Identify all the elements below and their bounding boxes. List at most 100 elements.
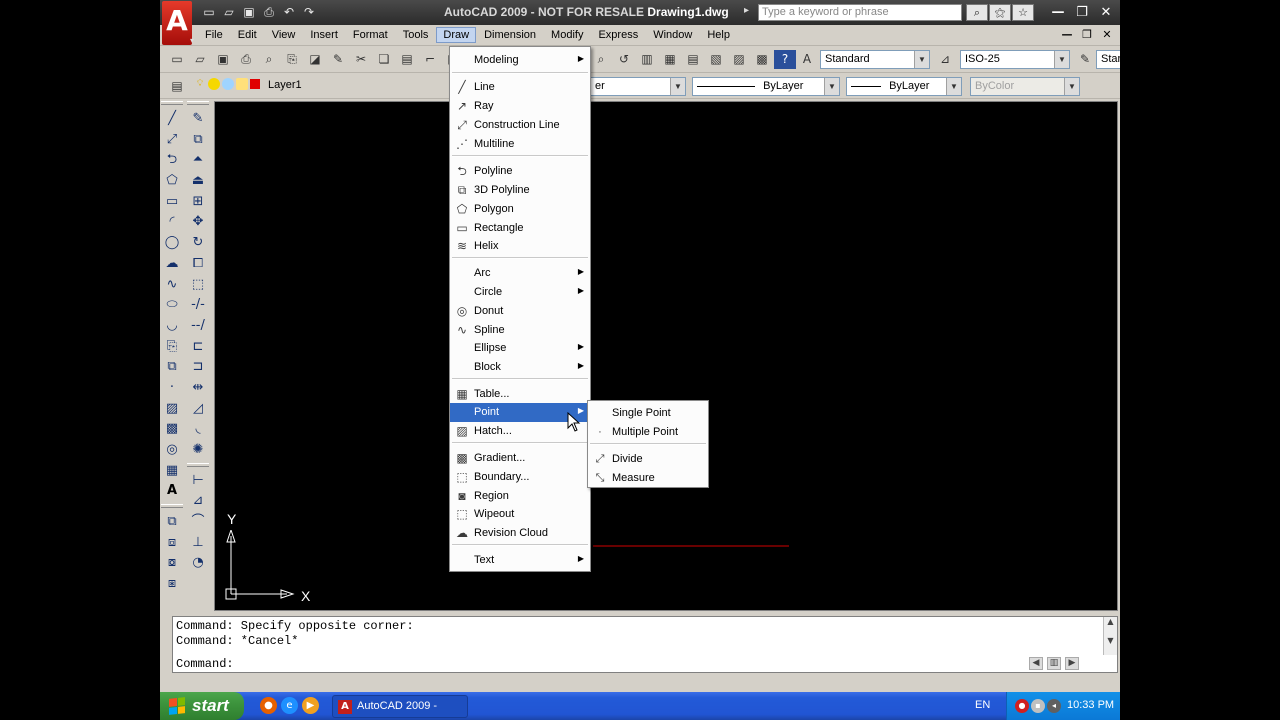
command-scrollbar[interactable]: ▲ ▼ <box>1103 617 1117 655</box>
menu-item-boundary[interactable]: ⬚ Boundary... <box>450 468 590 487</box>
etransmit-icon[interactable]: ✎ <box>327 50 349 69</box>
break-point-tool-icon[interactable]: ⊏ <box>187 337 209 358</box>
gradient-tool-icon[interactable]: ▩ <box>161 419 183 440</box>
open-folder-icon[interactable]: ▱ <box>220 5 238 20</box>
table-tool-icon[interactable]: ▦ <box>161 461 183 482</box>
cut-icon[interactable]: ✂ <box>350 50 372 69</box>
antivirus-icon[interactable]: ● <box>1015 699 1029 713</box>
scroll-left-icon[interactable]: ◀ <box>1029 657 1043 670</box>
favorites-star-icon[interactable]: ☆ <box>1012 4 1034 21</box>
design-center-icon[interactable]: ▦ <box>659 50 681 69</box>
properties-icon[interactable]: ▥ <box>636 50 658 69</box>
radius-dimension-icon[interactable]: ◔ <box>187 553 209 574</box>
markup-icon[interactable]: ▨ <box>728 50 750 69</box>
ellipse-arc-tool-icon[interactable]: ◡ <box>161 316 183 337</box>
construction-line-tool-icon[interactable]: ⤢ <box>161 130 183 151</box>
restore-icon[interactable]: ❐ <box>1072 4 1092 21</box>
zoom-previous-icon[interactable]: ↺ <box>613 50 635 69</box>
toolbar-grip[interactable] <box>187 101 209 105</box>
ordinate-dimension-icon[interactable]: ⊥ <box>187 533 209 554</box>
menu-draw[interactable]: Draw <box>436 27 477 43</box>
revision-cloud-tool-icon[interactable]: ☁ <box>161 254 183 275</box>
menu-edit[interactable]: Edit <box>231 27 264 43</box>
toolbar-grip[interactable] <box>161 101 183 105</box>
tool-palettes-icon[interactable]: ▤ <box>682 50 704 69</box>
language-indicator[interactable]: EN <box>975 699 990 711</box>
extend-tool-icon[interactable]: --/ <box>187 316 209 337</box>
communication-center-icon[interactable]: ⚝ <box>989 4 1011 21</box>
plot-icon[interactable]: ⎙ <box>235 50 257 69</box>
copy-icon[interactable]: ❏ <box>373 50 395 69</box>
scale-tool-icon[interactable]: ⧠ <box>187 254 209 275</box>
title-expand-icon[interactable]: ▸ <box>744 5 749 16</box>
sheet-set-icon[interactable]: ▧ <box>705 50 727 69</box>
move-tool-icon[interactable]: ✥ <box>187 212 209 233</box>
start-button[interactable]: start <box>160 692 244 720</box>
dim-style-icon[interactable]: ⊿ <box>934 50 956 69</box>
scroll-thumb[interactable]: ▥ <box>1047 657 1061 670</box>
aligned-dimension-icon[interactable]: ⊿ <box>187 491 209 512</box>
region-tool-icon[interactable]: ◎ <box>161 440 183 461</box>
layer-manager-icon[interactable]: ▤ <box>166 77 188 96</box>
menu-item-ray[interactable]: ↗ Ray <box>450 97 590 116</box>
menu-window[interactable]: Window <box>646 27 699 43</box>
arc-length-icon[interactable]: ⌒ <box>187 512 209 533</box>
open-icon[interactable]: ▱ <box>189 50 211 69</box>
menu-dimension[interactable]: Dimension <box>477 27 543 43</box>
hatch-tool-icon[interactable]: ▨ <box>161 399 183 420</box>
doc-minimize-icon[interactable]: — <box>1060 28 1074 42</box>
3d-dwf-icon[interactable]: ◪ <box>304 50 326 69</box>
menu-item-construction-line[interactable]: ⤢ Construction Line <box>450 116 590 135</box>
redo-icon[interactable]: ↷ <box>300 5 318 20</box>
menu-item-gradient[interactable]: ▩ Gradient... <box>450 449 590 468</box>
menu-item-helix[interactable]: ≋ Helix <box>450 237 590 256</box>
menu-item-spline[interactable]: ∿ Spline <box>450 321 590 340</box>
polyline-tool-icon[interactable]: ⮌ <box>161 150 183 171</box>
doc-restore-icon[interactable]: ❐ <box>1080 28 1094 42</box>
arc-tool-icon[interactable]: ◜ <box>161 212 183 233</box>
polygon-tool-icon[interactable]: ⬠ <box>161 171 183 192</box>
doc-close-icon[interactable]: ✕ <box>1100 28 1114 42</box>
mirror-tool-icon[interactable]: ⏶ <box>187 150 209 171</box>
menu-insert[interactable]: Insert <box>303 27 345 43</box>
ellipse-tool-icon[interactable]: ⬭ <box>161 295 183 316</box>
menu-tools[interactable]: Tools <box>396 27 436 43</box>
copy-tool-icon[interactable]: ⧉ <box>187 130 209 151</box>
menu-item-region[interactable]: ◙ Region <box>450 487 590 506</box>
menu-help[interactable]: Help <box>700 27 737 43</box>
fillet-tool-icon[interactable]: ◟ <box>187 419 209 440</box>
menu-express[interactable]: Express <box>591 27 645 43</box>
menu-item-modeling[interactable]: Modeling ▶ <box>450 51 590 70</box>
dim-style-combo[interactable]: ISO-25 ▼ <box>960 50 1070 69</box>
lightbulb-icon[interactable]: 💡︎ <box>194 78 206 90</box>
taskbar-autocad-button[interactable]: A AutoCAD 2009 - NOT... <box>332 695 468 718</box>
toolbar-grip[interactable] <box>161 504 183 509</box>
scroll-down-icon[interactable]: ▼ <box>1104 636 1117 645</box>
explode-tool-icon[interactable]: ✺ <box>187 440 209 461</box>
menu-item-block[interactable]: Block ▶ <box>450 358 590 377</box>
bring-front-icon[interactable]: ⧈ <box>161 533 183 554</box>
erase-tool-icon[interactable]: ✎ <box>187 109 209 130</box>
match-properties-icon[interactable]: ⌐ <box>419 50 441 69</box>
command-window[interactable]: Command: Specify opposite corner: Comman… <box>172 616 1118 673</box>
menu-item-multiple-point[interactable]: · Multiple Point <box>588 423 708 442</box>
menu-item-measure[interactable]: ⤡ Measure <box>588 469 708 488</box>
chamfer-tool-icon[interactable]: ◿ <box>187 399 209 420</box>
menu-item-circle[interactable]: Circle ▶ <box>450 283 590 302</box>
rotate-tool-icon[interactable]: ↻ <box>187 233 209 254</box>
table-style-combo[interactable]: Star <box>1096 50 1120 69</box>
send-back-icon[interactable]: ⧇ <box>161 553 183 574</box>
insert-block-tool-icon[interactable]: ⎘ <box>161 337 183 358</box>
spline-tool-icon[interactable]: ∿ <box>161 275 183 296</box>
scroll-right-icon[interactable]: ▶ <box>1065 657 1079 670</box>
multiline-text-tool-icon[interactable]: A <box>161 481 183 502</box>
search-icon[interactable]: ⌕ <box>966 4 988 21</box>
menu-format[interactable]: Format <box>346 27 395 43</box>
drawing-canvas[interactable]: Y X <box>214 101 1118 611</box>
break-tool-icon[interactable]: ⊐ <box>187 357 209 378</box>
help-search-input[interactable]: Type a keyword or phrase <box>758 4 962 21</box>
menu-modify[interactable]: Modify <box>544 27 590 43</box>
freeze-viewport-icon[interactable] <box>222 78 234 90</box>
save-icon[interactable]: ▣ <box>212 50 234 69</box>
firefox-icon[interactable]: ● <box>260 697 277 714</box>
